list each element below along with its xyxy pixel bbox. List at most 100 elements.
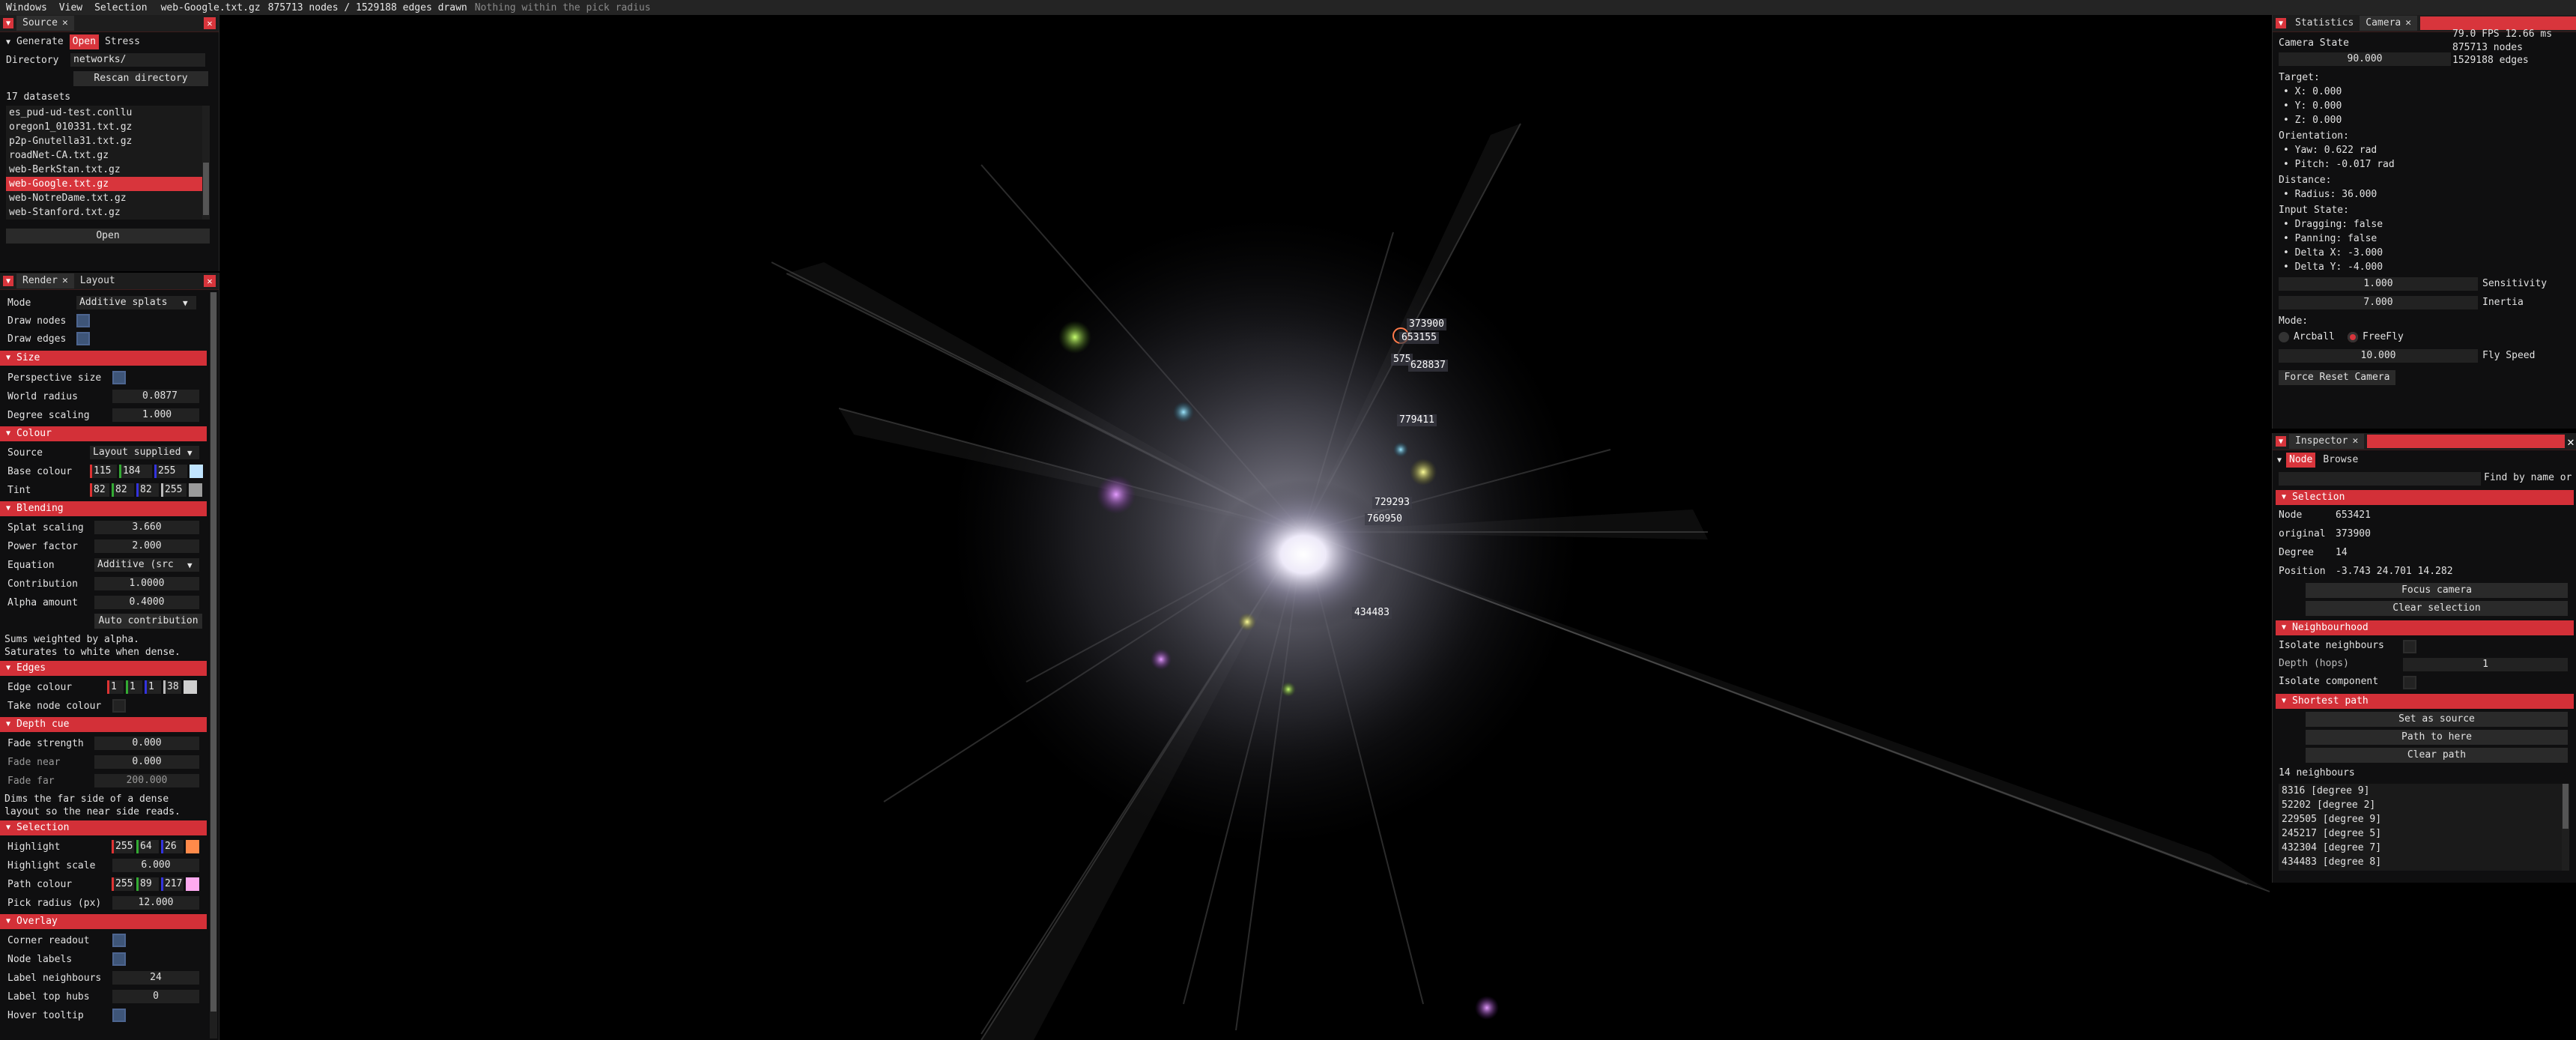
- path-colour-g[interactable]: 89: [136, 877, 159, 891]
- neighbour-list[interactable]: 8316 [degree 9] 52202 [degree 2] 229505 …: [2279, 784, 2569, 871]
- mode-select[interactable]: Additive splats: [76, 296, 196, 309]
- panel-menu-icon[interactable]: ▼: [2276, 18, 2286, 28]
- tab-stress[interactable]: Stress: [99, 34, 146, 49]
- tint-a[interactable]: 255: [161, 483, 187, 497]
- base-colour-g[interactable]: 184: [119, 465, 152, 478]
- highlight-r[interactable]: 255: [112, 840, 134, 853]
- tab-browse[interactable]: Browse: [2317, 453, 2364, 468]
- isolate-component-checkbox[interactable]: [2403, 676, 2416, 689]
- fade-near-slider[interactable]: 0.000: [94, 755, 199, 769]
- render-scrollbar[interactable]: [210, 292, 217, 1039]
- highlight-b[interactable]: 26: [161, 840, 184, 853]
- equation-select[interactable]: Additive (src: [94, 558, 199, 572]
- neighbour-item[interactable]: 229505 [degree 9]: [2279, 812, 2569, 826]
- path-colour-swatch[interactable]: [186, 877, 199, 891]
- dataset-item[interactable]: roadNet-CA.txt.gz: [6, 148, 210, 163]
- neighbour-item[interactable]: 245217 [degree 5]: [2279, 826, 2569, 841]
- rescan-directory-button[interactable]: Rescan directory: [73, 71, 208, 86]
- tab-statistics[interactable]: Statistics: [2289, 16, 2360, 31]
- panel-close-icon[interactable]: ✕: [2565, 435, 2576, 449]
- size-section-header[interactable]: ▼ Size: [0, 351, 207, 366]
- dataset-item[interactable]: p2p-Gnutella31.txt.gz: [6, 134, 210, 148]
- world-radius-slider[interactable]: 0.0877: [112, 390, 199, 403]
- graph-canvas[interactable]: [0, 15, 2576, 1040]
- panel-menu-icon[interactable]: ▼: [2276, 436, 2286, 447]
- focus-camera-button[interactable]: Focus camera: [2306, 583, 2568, 598]
- tab-generate[interactable]: Generate: [10, 34, 70, 49]
- directory-input[interactable]: networks/: [70, 53, 205, 67]
- fade-strength-slider[interactable]: 0.000: [94, 737, 199, 750]
- freefly-radio[interactable]: [2348, 331, 2358, 342]
- pick-radius-slider[interactable]: 12.000: [112, 896, 199, 910]
- overlay-section-header[interactable]: ▼ Overlay: [0, 914, 207, 929]
- dataset-item[interactable]: web-Stanford.txt.gz: [6, 205, 210, 220]
- path-colour-b[interactable]: 217: [161, 877, 184, 891]
- find-node-input[interactable]: [2279, 472, 2481, 486]
- shortest-path-header[interactable]: ▼ Shortest path: [2276, 694, 2574, 709]
- power-factor-slider[interactable]: 2.000: [94, 539, 199, 553]
- dataset-item[interactable]: oregon1_010331.txt.gz: [6, 120, 210, 134]
- close-icon[interactable]: ✕: [62, 16, 68, 31]
- edges-section-header[interactable]: ▼ Edges: [0, 661, 207, 676]
- path-to-here-button[interactable]: Path to here: [2306, 730, 2568, 745]
- chevron-down-icon[interactable]: ▼: [187, 448, 193, 458]
- dataset-item-selected[interactable]: web-Google.txt.gz: [6, 177, 210, 191]
- graph-viewport[interactable]: 373900 653155 575 628837 779411 729293 7…: [0, 15, 2576, 1040]
- menu-windows[interactable]: Windows: [0, 2, 53, 13]
- tint-r[interactable]: 82: [90, 483, 109, 497]
- node-labels-checkbox[interactable]: [112, 952, 126, 966]
- corner-readout-checkbox[interactable]: [112, 934, 126, 947]
- clear-path-button[interactable]: Clear path: [2306, 748, 2568, 763]
- highlight-g[interactable]: 64: [136, 840, 159, 853]
- depth-hops-slider[interactable]: 1: [2403, 658, 2568, 671]
- highlight-swatch[interactable]: [186, 840, 199, 853]
- dataset-item[interactable]: web-NotreDame.txt.gz: [6, 191, 210, 205]
- label-neighbours-slider[interactable]: 24: [112, 971, 199, 985]
- auto-contribution-button[interactable]: Auto contribution: [94, 614, 202, 629]
- tab-node[interactable]: Node: [2286, 453, 2316, 468]
- panel-close-button[interactable]: ✕: [204, 17, 216, 29]
- mode-freefly[interactable]: FreeFly: [2348, 331, 2404, 342]
- panel-menu-icon[interactable]: ▼: [3, 276, 13, 286]
- draw-edges-checkbox[interactable]: [76, 332, 90, 345]
- edge-colour-a[interactable]: 38: [163, 680, 181, 694]
- dataset-list[interactable]: es_pud-ud-test.conllu oregon1_010331.txt…: [6, 106, 210, 220]
- highlight-scale-slider[interactable]: 6.000: [112, 859, 199, 872]
- tab-layout[interactable]: Layout: [74, 273, 121, 288]
- open-button[interactable]: Open: [6, 229, 210, 244]
- perspective-size-checkbox[interactable]: [112, 371, 126, 384]
- sensitivity-slider[interactable]: 1.000: [2279, 277, 2478, 291]
- isolate-neighbours-checkbox[interactable]: [2403, 640, 2416, 653]
- clear-selection-button[interactable]: Clear selection: [2306, 601, 2568, 616]
- set-as-source-button[interactable]: Set as source: [2306, 712, 2568, 727]
- tint-b[interactable]: 82: [136, 483, 159, 497]
- close-icon[interactable]: ✕: [62, 273, 68, 288]
- depth-section-header[interactable]: ▼ Depth cue: [0, 717, 207, 732]
- neighbour-item[interactable]: 434483 [degree 8]: [2279, 855, 2569, 869]
- tint-swatch[interactable]: [189, 483, 202, 497]
- fov-slider[interactable]: 90.000: [2279, 52, 2451, 66]
- tab-render[interactable]: Render ✕: [16, 273, 74, 288]
- path-colour-r[interactable]: 255: [112, 877, 134, 891]
- selection-section-header[interactable]: ▼ Selection: [0, 820, 207, 835]
- base-colour-swatch[interactable]: [190, 465, 203, 478]
- base-colour-r[interactable]: 115: [90, 465, 117, 478]
- inertia-slider[interactable]: 7.000: [2279, 296, 2478, 309]
- base-colour-b[interactable]: 255: [154, 465, 187, 478]
- dataset-item[interactable]: es_pud-ud-test.conllu: [6, 106, 210, 120]
- hover-tooltip-checkbox[interactable]: [112, 1009, 126, 1022]
- chevron-down-icon[interactable]: ▼: [183, 298, 188, 308]
- panel-close-button[interactable]: ✕: [204, 275, 216, 287]
- contribution-slider[interactable]: 1.0000: [94, 577, 199, 590]
- collapse-icon[interactable]: ▼: [2277, 456, 2282, 465]
- fly-speed-slider[interactable]: 10.000: [2279, 349, 2478, 363]
- tab-source[interactable]: Source ✕: [16, 16, 74, 31]
- force-reset-camera-button[interactable]: Force Reset Camera: [2279, 370, 2395, 385]
- panel-menu-icon[interactable]: ▼: [3, 18, 13, 28]
- neighbour-scrollbar[interactable]: [2562, 784, 2569, 871]
- close-icon[interactable]: ✕: [2405, 16, 2411, 31]
- neighbour-item[interactable]: 8316 [degree 9]: [2279, 784, 2569, 798]
- close-icon[interactable]: ✕: [2352, 434, 2358, 449]
- splat-scaling-slider[interactable]: 3.660: [94, 521, 199, 534]
- menu-view[interactable]: View: [53, 2, 88, 13]
